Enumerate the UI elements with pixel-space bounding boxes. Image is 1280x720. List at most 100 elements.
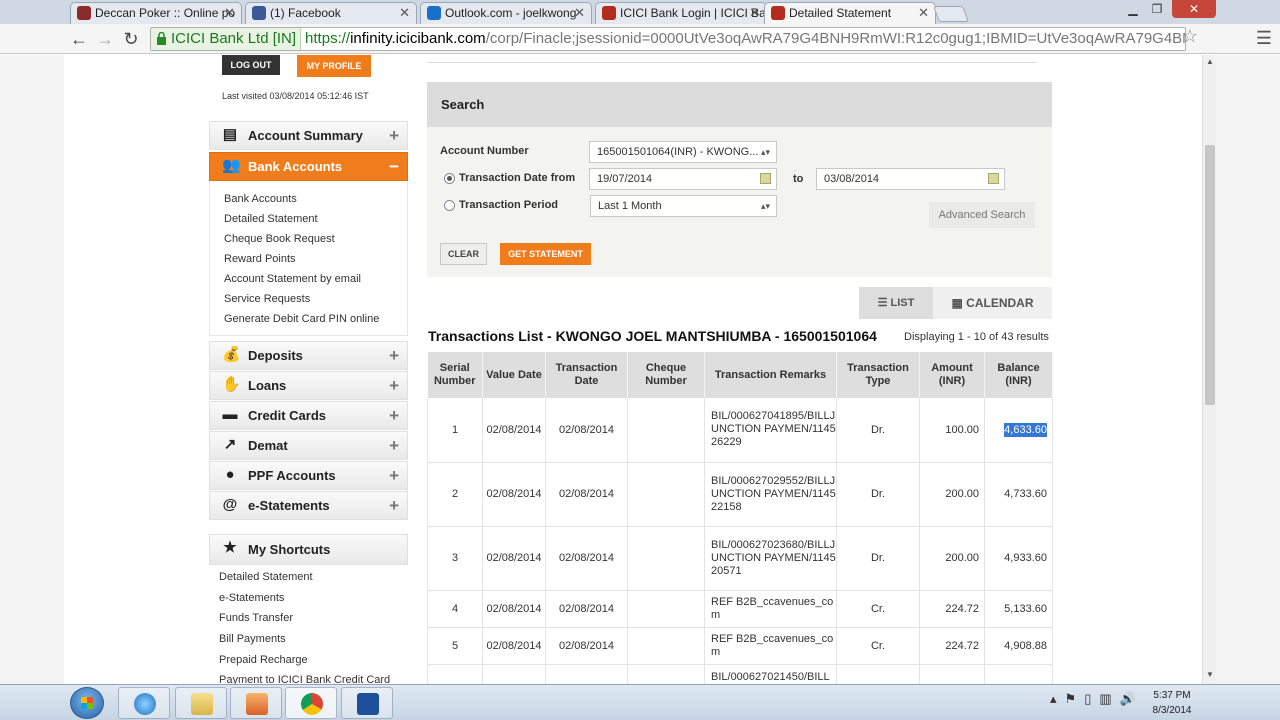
tab-deccan-poker[interactable]: Deccan Poker :: Online po ✕ [70, 2, 242, 24]
close-tab-icon[interactable]: ✕ [224, 3, 235, 23]
taskbar-file-explorer[interactable] [175, 687, 227, 719]
close-tab-icon[interactable]: ✕ [918, 3, 929, 23]
collapse-minus-icon[interactable]: − [389, 153, 399, 180]
expand-plus-icon[interactable]: + [389, 432, 399, 459]
tab-facebook[interactable]: (1) Facebook ✕ [245, 2, 417, 24]
tab-label: ICICI Bank Login | ICICI Ba [620, 6, 766, 20]
shortcut-detailed-statement[interactable]: Detailed Statement [219, 567, 408, 588]
shortcut-funds-transfer[interactable]: Funds Transfer [219, 608, 408, 629]
advanced-search-button[interactable]: Advanced Search [929, 202, 1035, 228]
sidebar-deposits[interactable]: 💰 Deposits + [209, 341, 408, 370]
clear-button[interactable]: CLEAR [440, 243, 487, 265]
close-tab-icon[interactable]: ✕ [749, 3, 760, 23]
cell-amount: 224.72 [919, 590, 985, 628]
back-arrow-icon[interactable]: ← [68, 28, 90, 50]
maximize-button[interactable]: ❐ [1146, 0, 1168, 18]
taskbar-clock[interactable]: 5:37 PM 8/3/2014 [1144, 688, 1200, 718]
sidebar-credit-cards[interactable]: ▬ Credit Cards + [209, 401, 408, 430]
volume-icon[interactable]: 🔊 [1120, 691, 1144, 706]
new-tab-button[interactable] [933, 6, 969, 22]
expand-plus-icon[interactable]: + [389, 122, 399, 149]
chrome-menu-icon[interactable]: ☰ [1256, 28, 1272, 49]
sidebar-account-summary[interactable]: ▤ Account Summary + [209, 121, 408, 150]
scroll-up-arrow-icon[interactable]: ▲ [1203, 57, 1217, 66]
bookmark-star-icon[interactable]: ☆ [1182, 26, 1198, 47]
sidebar-bank-accounts[interactable]: 👥 Bank Accounts − [209, 152, 408, 181]
close-window-button[interactable]: ✕ [1172, 0, 1216, 18]
submenu-debit-card-pin[interactable]: Generate Debit Card PIN online [224, 309, 407, 329]
submenu-reward-points[interactable]: Reward Points [224, 249, 407, 269]
taskbar-media-player[interactable] [230, 687, 282, 719]
submenu-detailed-statement[interactable]: Detailed Statement [224, 209, 407, 229]
date-to-input[interactable]: 03/08/2014 [816, 168, 1005, 190]
sidebar-e-statements[interactable]: @ e-Statements + [209, 491, 408, 520]
col-transaction-remarks[interactable]: Transaction Remarks [704, 352, 837, 398]
my-profile-button[interactable]: MY PROFILE [297, 55, 371, 77]
ev-certificate-badge[interactable]: ICICI Bank Ltd [IN] [151, 28, 302, 50]
col-balance[interactable]: Balance (INR) [984, 352, 1053, 398]
col-serial-number[interactable]: Serial Number [427, 352, 483, 398]
device-icon[interactable]: ▯ [1084, 691, 1099, 706]
icici-favicon-icon [771, 6, 785, 20]
internet-explorer-icon [134, 693, 156, 715]
expand-plus-icon[interactable]: + [389, 462, 399, 489]
account-number-select[interactable]: 165001501064(INR) - KWONG... ▴▾ [589, 141, 777, 163]
submenu-account-statement-email[interactable]: Account Statement by email [224, 269, 407, 289]
col-value-date[interactable]: Value Date [482, 352, 546, 398]
col-transaction-date[interactable]: Transaction Date [545, 352, 628, 398]
sidebar-loans[interactable]: ✋ Loans + [209, 371, 408, 400]
network-icon[interactable]: ▥ [1099, 691, 1119, 706]
get-statement-button[interactable]: GET STATEMENT [500, 243, 591, 265]
calendar-icon[interactable] [988, 173, 999, 184]
show-hidden-icons-icon[interactable]: ▴ [1050, 691, 1065, 706]
shortcuts-title: My Shortcuts [248, 542, 331, 557]
start-button[interactable] [70, 687, 104, 719]
close-tab-icon[interactable]: ✕ [399, 3, 410, 23]
shortcut-e-statements[interactable]: e-Statements [219, 588, 408, 609]
forward-arrow-icon[interactable]: → [94, 28, 116, 50]
address-bar[interactable]: ICICI Bank Ltd [IN] https://infinity.ici… [150, 27, 1186, 51]
shortcut-bill-payments[interactable]: Bill Payments [219, 629, 408, 650]
taskbar-chrome[interactable] [285, 687, 337, 719]
calendar-view-tab[interactable]: ▦ CALENDAR [933, 287, 1052, 319]
expand-plus-icon[interactable]: + [389, 372, 399, 399]
date-to-value: 03/08/2014 [824, 173, 880, 185]
minimize-button[interactable]: ▁ [1122, 0, 1144, 18]
col-transaction-type[interactable]: Transaction Type [836, 352, 920, 398]
date-range-radio[interactable] [444, 173, 455, 184]
expand-plus-icon[interactable]: + [389, 402, 399, 429]
submenu-cheque-book-request[interactable]: Cheque Book Request [224, 229, 407, 249]
transaction-period-radio[interactable] [444, 200, 455, 211]
sidebar-demat[interactable]: ↗ Demat + [209, 431, 408, 460]
scrollbar-thumb[interactable] [1205, 145, 1215, 405]
expand-plus-icon[interactable]: + [389, 342, 399, 369]
taskbar-internet-explorer[interactable] [118, 687, 170, 719]
tab-outlook[interactable]: Outlook.com - joelkwong ✕ [420, 2, 592, 24]
cell-serial: 2 [427, 462, 483, 527]
expand-plus-icon[interactable]: + [389, 492, 399, 519]
reload-icon[interactable]: ↻ [120, 28, 142, 50]
submenu-service-requests[interactable]: Service Requests [224, 289, 407, 309]
logout-button[interactable]: LOG OUT [222, 55, 280, 75]
cell-remarks: BIL/000627021450/BILL [704, 664, 837, 684]
col-cheque-number[interactable]: Cheque Number [627, 352, 705, 398]
transaction-period-select[interactable]: Last 1 Month ▴▾ [590, 195, 777, 217]
sidebar-ppf-accounts[interactable]: ● PPF Accounts + [209, 461, 408, 490]
cell-type: Dr. [836, 462, 920, 527]
calendar-icon[interactable] [760, 173, 771, 184]
date-from-input[interactable]: 19/07/2014 [589, 168, 777, 190]
tab-detailed-statement[interactable]: Detailed Statement ✕ [764, 2, 936, 24]
tab-icici-login[interactable]: ICICI Bank Login | ICICI Ba ✕ [595, 2, 767, 24]
close-tab-icon[interactable]: ✕ [574, 3, 585, 23]
table-row: 5 02/08/2014 02/08/2014 REF B2B_ccavenue… [427, 627, 1053, 665]
submenu-bank-accounts[interactable]: Bank Accounts [224, 189, 407, 209]
col-amount[interactable]: Amount (INR) [919, 352, 985, 398]
selected-balance-text[interactable]: 4,633.60 [1004, 422, 1047, 437]
action-center-flag-icon[interactable]: ⚑ [1065, 691, 1085, 706]
taskbar-poker-app[interactable] [341, 687, 393, 719]
scroll-down-arrow-icon[interactable]: ▼ [1203, 670, 1217, 679]
list-view-tab[interactable]: ☰ LIST [859, 287, 933, 319]
page-scrollbar[interactable]: ▲ ▼ [1202, 55, 1216, 684]
shortcut-prepaid-recharge[interactable]: Prepaid Recharge [219, 650, 408, 671]
shortcut-credit-card-payment[interactable]: Payment to ICICI Bank Credit Card [219, 670, 408, 684]
